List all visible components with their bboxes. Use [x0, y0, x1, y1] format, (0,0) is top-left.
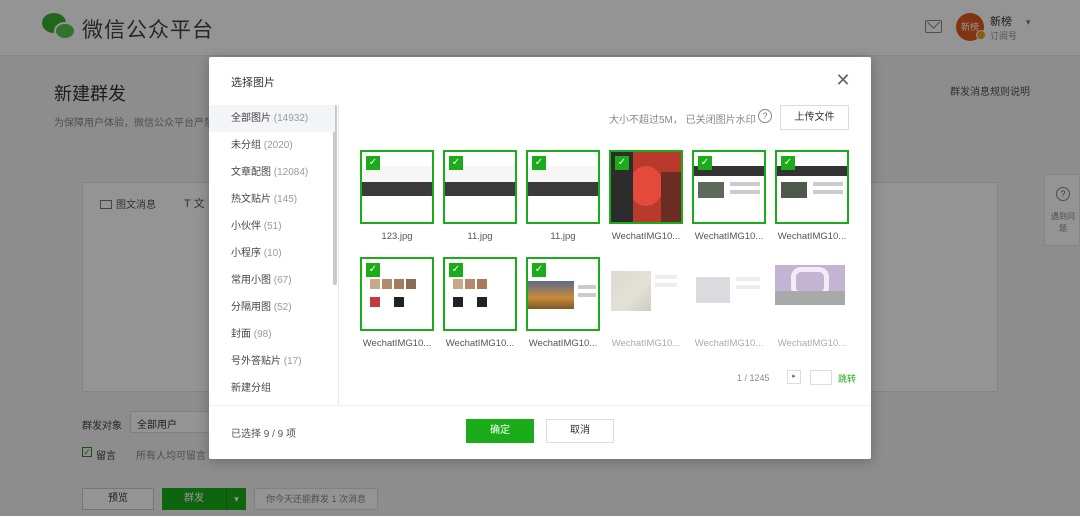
image-caption: 123.jpg [381, 231, 413, 242]
category-count: (98) [253, 329, 272, 340]
image-caption: WechatIMG10... [777, 338, 847, 349]
category-count: (145) [273, 194, 298, 205]
category-name: 新建分组 [231, 383, 271, 394]
image-caption: WechatIMG10... [528, 338, 598, 349]
dialog-title: 选择图片 [231, 77, 275, 89]
category-name: 未分组 [231, 140, 261, 151]
confirm-button[interactable]: 确定 [466, 419, 534, 443]
image-thumbnail[interactable]: ✓ WechatIMG10... [526, 257, 600, 349]
checkmark-icon: ✓ [532, 156, 546, 170]
image-preview: ✓ [443, 150, 517, 224]
category-count: (10) [263, 248, 282, 259]
image-preview: ✓ [526, 257, 600, 331]
pager-input[interactable] [810, 370, 832, 385]
image-thumbnail[interactable]: ✓ WechatIMG10... [360, 257, 434, 349]
image-caption: WechatIMG10... [777, 231, 847, 242]
image-thumbnail[interactable]: WechatIMG10... [692, 257, 766, 349]
category-count: (12084) [273, 167, 309, 178]
image-thumbnail[interactable]: WechatIMG10... [609, 257, 683, 349]
category-count: (14932) [273, 113, 309, 124]
category-name: 小程序 [231, 248, 261, 259]
category-item[interactable]: 热文贴片 (145) [209, 186, 335, 213]
checkmark-icon: ✓ [532, 263, 546, 277]
category-name: 小伙伴 [231, 221, 261, 232]
upload-button[interactable]: 上传文件 [780, 105, 849, 130]
category-item[interactable]: 封面 (98) [209, 321, 335, 348]
checkmark-icon: ✓ [366, 156, 380, 170]
footer-divider [209, 405, 871, 406]
category-name: 常用小图 [231, 275, 271, 286]
image-thumbnail[interactable]: ✓ 11.jpg [443, 150, 517, 242]
checkmark-icon: ✓ [449, 263, 463, 277]
selected-count: 已选择 9 / 9 项 [231, 429, 297, 440]
category-item[interactable]: 未分组 (2020) [209, 132, 335, 159]
image-preview [609, 257, 683, 331]
size-note: 大小不超过5M， 已关闭图片水印 [609, 115, 756, 126]
info-icon[interactable]: ? [758, 109, 772, 123]
image-preview: ✓ [360, 150, 434, 224]
image-thumbnail[interactable]: ✓ WechatIMG10... [609, 150, 683, 242]
image-caption: 11.jpg [467, 231, 493, 242]
image-caption: 11.jpg [550, 231, 576, 242]
checkmark-icon: ✓ [698, 156, 712, 170]
image-caption: WechatIMG10... [694, 231, 764, 242]
category-name: 分隔用图 [231, 302, 271, 313]
category-item[interactable]: 小伙伴 (51) [209, 213, 335, 240]
pager-go-link[interactable]: 跳转 [838, 372, 856, 385]
image-preview: ✓ [609, 150, 683, 224]
image-preview [692, 257, 766, 331]
category-count: (67) [273, 275, 292, 286]
checkmark-icon: ✓ [781, 156, 795, 170]
image-preview: ✓ [692, 150, 766, 224]
category-count: (17) [283, 356, 302, 367]
image-caption: WechatIMG10... [611, 231, 681, 242]
image-preview: ✓ [775, 150, 849, 224]
image-thumbnail[interactable]: ✓ WechatIMG10... [775, 150, 849, 242]
image-thumbnail[interactable]: WechatIMG10... [775, 257, 849, 349]
image-thumbnail[interactable]: ✓ WechatIMG10... [692, 150, 766, 242]
category-item[interactable]: 号外答贴片 (17) [209, 348, 335, 375]
pager-next-icon[interactable]: ▸ [787, 370, 801, 384]
image-preview: ✓ [443, 257, 517, 331]
checkmark-icon: ✓ [615, 156, 629, 170]
select-image-dialog: 选择图片 ✕ 全部图片 (14932) 未分组 (2020) 文章配图 (12084… [209, 57, 871, 459]
cancel-button[interactable]: 取消 [546, 419, 614, 443]
category-name: 号外答贴片 [231, 356, 281, 367]
category-name: 全部图片 [231, 113, 271, 124]
category-name: 热文贴片 [231, 194, 271, 205]
checkmark-icon: ✓ [449, 156, 463, 170]
pager-text: 1 / 1245 [737, 373, 770, 383]
category-item[interactable]: 小程序 (10) [209, 240, 335, 267]
category-count: (52) [273, 302, 292, 313]
image-caption: WechatIMG10... [694, 338, 764, 349]
category-item[interactable]: 新建分组 [209, 375, 335, 402]
category-name: 封面 [231, 329, 251, 340]
category-count: (2020) [263, 140, 293, 151]
category-item[interactable]: 全部图片 (14932) [209, 105, 335, 132]
category-count: (51) [263, 221, 282, 232]
close-icon[interactable]: ✕ [833, 71, 853, 91]
checkmark-icon: ✓ [366, 263, 380, 277]
category-item[interactable]: 常用小图 (67) [209, 267, 335, 294]
category-name: 文章配图 [231, 167, 271, 178]
image-preview: ✓ [360, 257, 434, 331]
image-caption: WechatIMG10... [445, 338, 515, 349]
image-thumbnail[interactable]: ✓ 123.jpg [360, 150, 434, 242]
image-preview [775, 257, 849, 331]
image-thumbnail[interactable]: ✓ WechatIMG10... [443, 257, 517, 349]
image-caption: WechatIMG10... [362, 338, 432, 349]
category-item[interactable]: 分隔用图 (52) [209, 294, 335, 321]
category-item[interactable]: 文章配图 (12084) [209, 159, 335, 186]
image-caption: WechatIMG10... [611, 338, 681, 349]
image-thumbnail[interactable]: ✓ 11.jpg [526, 150, 600, 242]
image-preview: ✓ [526, 150, 600, 224]
